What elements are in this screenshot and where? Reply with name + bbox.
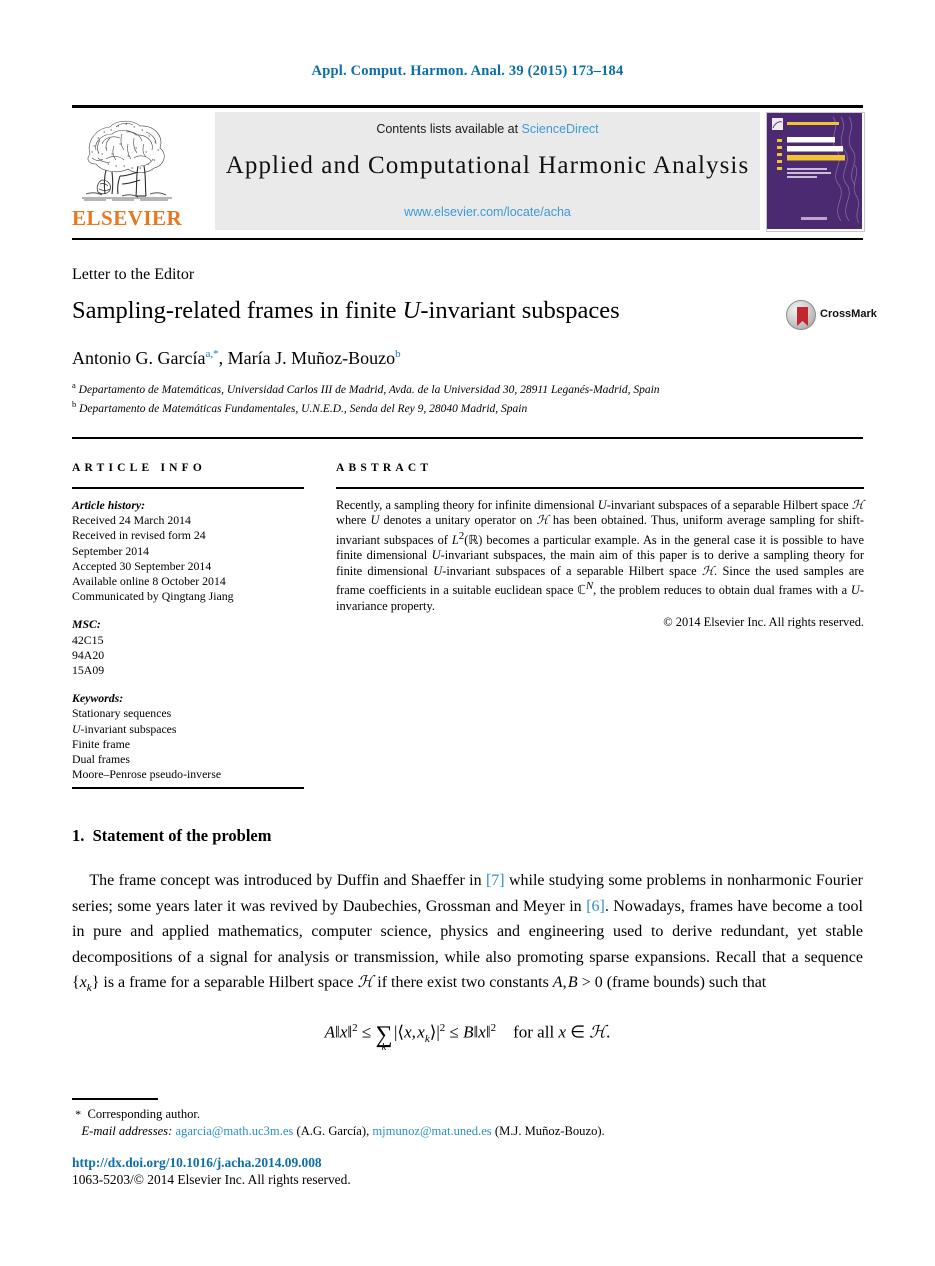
authors-bottom-rule [72,437,863,439]
author-list: Antonio G. Garcíaa,*, María J. Muñoz-Bou… [72,348,832,369]
msc-block: MSC: 42C15 94A20 15A09 [72,617,304,678]
section-title: Statement of the problem [92,826,272,845]
doi-link[interactable]: http://dx.doi.org/10.1016/j.acha.2014.09… [72,1155,322,1171]
paragraph-text-1: The frame concept was introduced by Duff… [89,872,486,889]
section-heading: 1. Statement of the problem [72,826,272,846]
author-name-2: María J. Muñoz-Bouzo [227,348,396,368]
email-owner-2: (M.J. Muñoz-Bouzo). [494,1124,605,1138]
email-owner-1: (A.G. García), [296,1124,370,1138]
abstract-heading: ABSTRACT [336,462,433,474]
author-1-affiliation-marks[interactable]: a,* [205,348,218,360]
history-item: Available online 8 October 2014 [72,574,226,589]
affiliation-b-mark: b [72,399,77,410]
journal-cover-thumbnail[interactable] [766,112,865,232]
article-kicker: Letter to the Editor [72,266,195,283]
affiliations: a Departamento de Matemáticas, Universid… [72,378,862,417]
history-item: Received 24 March 2014 [72,513,191,528]
email-addresses-note: E-mail addresses: agarcia@math.uc3m.es (… [72,1123,863,1140]
history-item: Accepted 30 September 2014 [72,558,212,573]
article-history-block: Article history: Received 24 March 2014 … [72,498,304,604]
journal-masthead: ELSEVIER Contents lists available at Sci… [72,112,865,232]
abstract-rule [336,487,864,489]
msc-item: 15A09 [72,663,105,678]
masthead-bottom-rule [72,238,863,240]
citation-ref-7[interactable]: [7] [486,872,505,889]
history-item: September 2014 [72,543,149,558]
paper-page: Appl. Comput. Harmon. Anal. 39 (2015) 17… [0,0,935,1266]
corresponding-author-mark: * [75,1107,82,1121]
msc-item: 94A20 [72,647,105,662]
contents-available-line: Contents lists available at ScienceDirec… [215,122,760,136]
contents-prefix-text: Contents lists available at [376,122,522,136]
body-paragraph: The frame concept was introduced by Duff… [72,872,864,995]
display-equation: A‖x‖2 ≤ ∑ k |⟨x, xk⟩|2 ≤ B‖x‖2 for all x … [324,1021,611,1053]
article-history-label: Article history: [72,498,146,512]
abstract-text: Recently, a sampling theory for infinite… [336,498,865,613]
affiliation-a-mark: a [72,380,76,390]
article-info-rule [72,487,304,489]
affiliation-b-text: Departamento de Matemáticas Fundamentale… [79,403,528,416]
email-addresses-label: E-mail addresses: [81,1124,173,1138]
keywords-label: Keywords: [72,691,124,706]
elsevier-tree-icon [76,114,176,206]
sciencedirect-link[interactable]: ScienceDirect [522,122,599,136]
journal-title: Applied and Computational Harmonic Analy… [225,152,750,179]
section-number: 1. [72,826,85,845]
crossmark-circle-icon [786,300,816,330]
keyword-item: Stationary sequences [72,706,172,721]
footnote-rule [72,1098,158,1100]
corresponding-author-note: * Corresponding author. [72,1106,863,1123]
abstract-column: ABSTRACT Recently, a sampling theory for… [336,462,864,631]
article-info-heading: ARTICLE INFO [72,462,207,474]
citation-ref-6[interactable]: [6] [586,898,605,915]
article-info-column: ARTICLE INFO Article history: Received 2… [72,462,304,782]
masthead-top-rule [72,105,863,108]
email-link-2[interactable]: mjmunoz@mat.uned.es [372,1124,491,1138]
crossmark-ribbon-icon [797,307,808,326]
contents-panel: Contents lists available at ScienceDirec… [215,112,760,230]
affiliation-a: a Departamento de Matemáticas, Universid… [72,378,862,397]
history-item: Received in revised form 24 [72,528,206,543]
msc-label: MSC: [72,617,101,632]
issn-copyright-line: 1063-5203/© 2014 Elsevier Inc. All right… [72,1172,351,1187]
abstract-copyright: © 2014 Elsevier Inc. All rights reserved… [663,615,864,630]
running-head: Appl. Comput. Harmon. Anal. 39 (2015) 17… [311,63,624,79]
elsevier-logo: ELSEVIER [72,112,183,230]
journal-homepage-link[interactable]: www.elsevier.com/locate/acha [215,205,760,219]
email-link-1[interactable]: agarcia@math.uc3m.es [175,1124,293,1138]
keywords-block: Keywords: Stationary sequences U-invaria… [72,691,304,782]
author-separator: , [218,348,228,368]
msc-item: 42C15 [72,632,104,647]
history-item: Communicated by Qingtang Jiang [72,589,234,604]
keyword-item: U-invariant subspaces [72,721,177,736]
author-name-1: Antonio G. García [72,348,206,368]
affiliation-a-text: Departamento de Matemáticas, Universidad… [78,383,660,396]
keyword-item: Dual frames [72,752,130,767]
keyword-item: Finite frame [72,736,130,751]
crossmark-label: CrossMark [820,308,877,320]
corresponding-author-text: Corresponding author. [87,1107,201,1121]
affiliation-b: b Departamento de Matemáticas Fundamenta… [72,397,862,416]
crossmark-badge[interactable]: CrossMark [786,298,878,332]
article-title: Sampling-related frames in finite U-inva… [72,297,620,324]
elsevier-wordmark: ELSEVIER [72,206,183,230]
article-info-bottom-rule [72,787,304,789]
footnote-block: * Corresponding author. E-mail addresses… [72,1106,863,1140]
author-2-affiliation-marks[interactable]: b [395,348,401,360]
keyword-item: Moore–Penrose pseudo-inverse [72,767,222,782]
title-italic-U: U [402,297,421,324]
